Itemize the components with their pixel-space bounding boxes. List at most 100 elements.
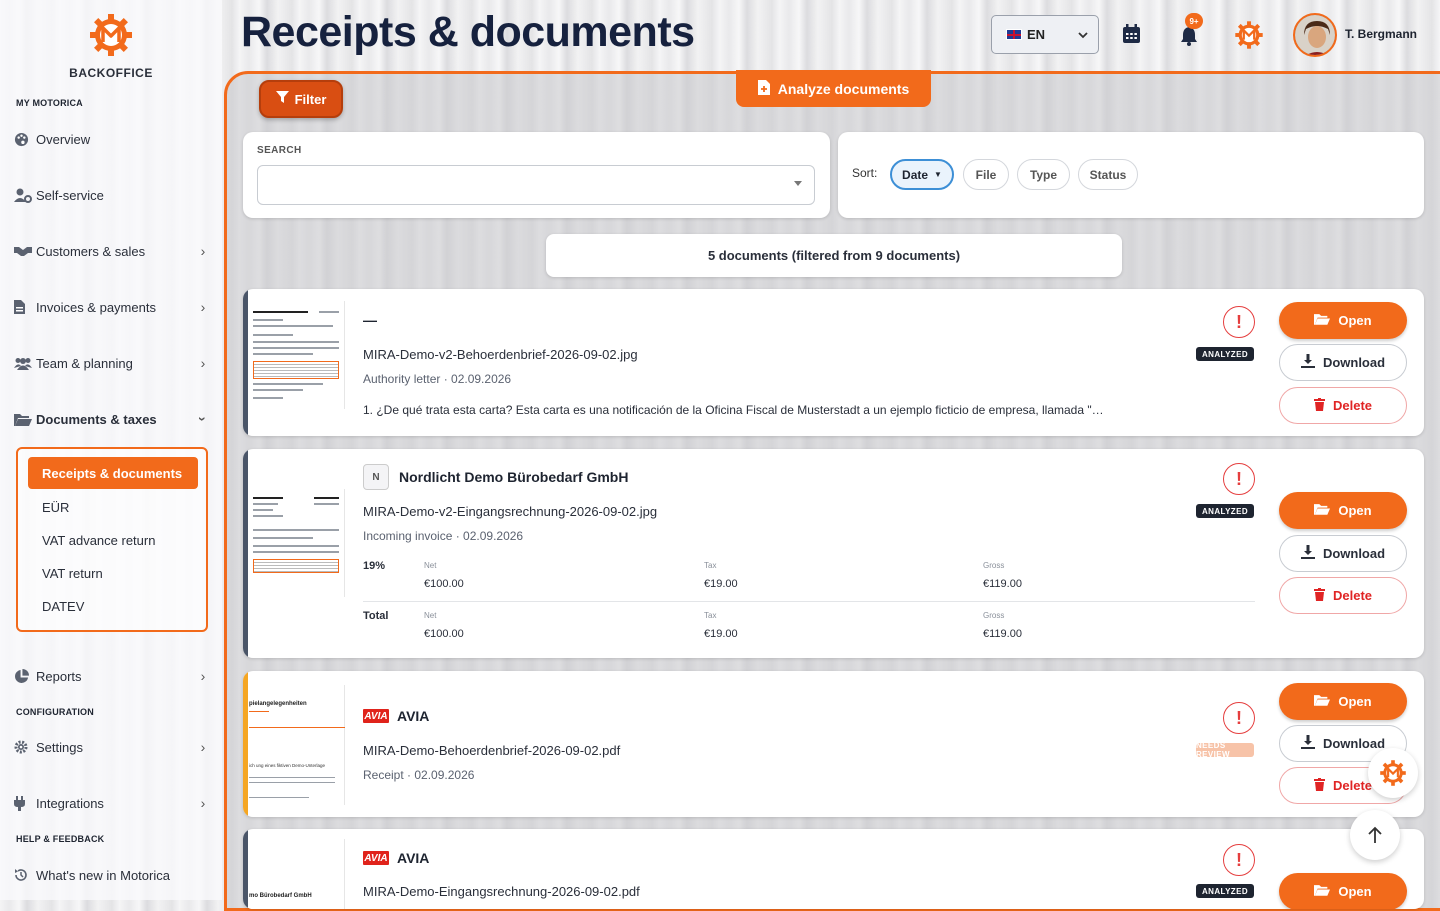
- motorica-logo[interactable]: [88, 12, 134, 58]
- thumbnail-text: ich ung eines fiktiven Demo-Unterlage: [249, 763, 326, 768]
- download-button[interactable]: Download: [1279, 344, 1407, 381]
- thumbnail-text: pielangelegenheiten: [249, 701, 307, 707]
- calendar-icon[interactable]: [1122, 24, 1141, 47]
- chevron-right-icon: ›: [200, 795, 206, 811]
- sidebar-item-invoices-payments[interactable]: Invoices & payments ›: [14, 294, 210, 320]
- delete-label: Delete: [1332, 778, 1373, 793]
- chevron-right-icon: ›: [200, 739, 206, 755]
- pie-chart-icon: [14, 668, 36, 684]
- bell-icon[interactable]: [1179, 26, 1199, 49]
- open-button[interactable]: Open: [1279, 492, 1407, 529]
- sidebar-item-label: What's new in Motorica: [36, 867, 170, 883]
- sidebar-item-overview[interactable]: Overview: [14, 126, 210, 152]
- document-filename[interactable]: MIRA-Demo-v2-Behoerdenbrief-2026-09-02.j…: [363, 347, 638, 362]
- open-button[interactable]: Open: [1279, 302, 1407, 339]
- sidebar-item-label: Self-service: [36, 187, 104, 203]
- document-card: mo Bürobedarf GmbH AVIA AVIA MIRA-Demo-Ei…: [243, 829, 1424, 909]
- uk-flag-icon: [1006, 29, 1022, 40]
- sidebar-item-self-service[interactable]: Self-service: [14, 182, 210, 208]
- avatar[interactable]: [1293, 13, 1337, 57]
- document-card: — MIRA-Demo-v2-Behoerdenbrief-2026-09-02…: [243, 289, 1424, 436]
- submenu-item-vat-advance-return[interactable]: VAT advance return: [42, 533, 155, 548]
- search-input[interactable]: [257, 165, 815, 205]
- sort-option-type[interactable]: Type: [1017, 159, 1070, 190]
- alert-icon[interactable]: !: [1223, 844, 1255, 876]
- sidebar-item-whats-new[interactable]: What's new in Motorica: [14, 862, 210, 888]
- trash-icon: [1313, 397, 1325, 414]
- submenu-item-eur[interactable]: EÜR: [42, 500, 69, 515]
- submenu-item-receipts-documents[interactable]: Receipts & documents: [28, 457, 198, 489]
- alert-icon[interactable]: !: [1223, 463, 1255, 495]
- document-filename[interactable]: MIRA-Demo-v2-Eingangsrechnung-2026-09-02…: [363, 504, 657, 519]
- submenu-item-vat-return[interactable]: VAT return: [42, 566, 103, 581]
- download-label: Download: [1322, 736, 1386, 751]
- net-label: Net: [424, 561, 437, 570]
- vendor-name: AVIA: [397, 850, 430, 866]
- sidebar-item-integrations[interactable]: Integrations ›: [14, 790, 210, 816]
- document-title: —: [363, 312, 377, 328]
- avia-logo: AVIA: [363, 709, 389, 723]
- document-thumbnail[interactable]: [249, 301, 345, 409]
- user-name[interactable]: T. Bergmann: [1345, 27, 1417, 41]
- sidebar-item-label: Customers & sales: [36, 243, 146, 259]
- chevron-down-icon: ›: [195, 416, 211, 422]
- sort-option-status[interactable]: Status: [1078, 159, 1138, 190]
- folder-open-icon: [1314, 694, 1331, 709]
- document-thumbnail[interactable]: [249, 489, 345, 597]
- sort-option-file[interactable]: File: [963, 159, 1009, 190]
- documents-submenu: Receipts & documents EÜR VAT advance ret…: [16, 447, 208, 632]
- sidebar-item-reports[interactable]: Reports ›: [14, 663, 210, 689]
- net-value: €100.00: [424, 628, 464, 640]
- alert-icon[interactable]: !: [1223, 306, 1255, 338]
- vendor-name: AVIA: [397, 708, 430, 724]
- sidebar-item-documents-taxes[interactable]: Documents & taxes ›: [14, 406, 211, 432]
- sort-option-date[interactable]: Date ▼: [890, 159, 954, 190]
- open-button[interactable]: Open: [1279, 873, 1407, 909]
- motorica-settings-icon[interactable]: [1234, 20, 1264, 53]
- section-configuration: CONFIGURATION: [16, 707, 94, 717]
- open-label: Open: [1338, 503, 1372, 518]
- net-label: Net: [424, 611, 437, 620]
- filter-label: Filter: [294, 91, 327, 107]
- search-card: SEARCH: [243, 132, 830, 218]
- alert-icon[interactable]: !: [1223, 702, 1255, 734]
- sidebar-item-team-planning[interactable]: Team & planning ›: [14, 350, 210, 376]
- sort-desc-icon: ▼: [934, 170, 942, 179]
- handshake-icon: [14, 245, 36, 257]
- search-label: SEARCH: [257, 145, 302, 156]
- document-excerpt: 1. ¿De qué trata esta carta? Esta carta …: [363, 403, 1104, 417]
- filter-button[interactable]: Filter: [259, 80, 343, 118]
- sort-option-label: Date: [902, 167, 929, 182]
- assistant-button[interactable]: [1368, 748, 1418, 798]
- download-button[interactable]: Download: [1279, 535, 1407, 572]
- folder-open-icon: [1314, 884, 1331, 899]
- delete-button[interactable]: Delete: [1279, 387, 1407, 424]
- status-badge: ANALYZED: [1196, 884, 1254, 898]
- users-icon: [14, 357, 36, 370]
- gross-label: Gross: [983, 561, 1005, 570]
- language-value: EN: [1027, 27, 1046, 42]
- status-badge: NEEDS REVIEW: [1196, 741, 1254, 759]
- document-thumbnail[interactable]: mo Bürobedarf GmbH: [249, 839, 345, 909]
- download-label: Download: [1322, 355, 1386, 370]
- document-filename[interactable]: MIRA-Demo-Eingangsrechnung-2026-09-02.pd…: [363, 884, 640, 899]
- delete-label: Delete: [1332, 588, 1373, 603]
- document-filename[interactable]: MIRA-Demo-Behoerdenbrief-2026-09-02.pdf: [363, 743, 620, 758]
- filter-icon: [275, 91, 289, 107]
- sidebar-item-settings[interactable]: Settings ›: [14, 734, 210, 760]
- document-card: N Nordlicht Demo Bürobedarf GmbH MIRA-De…: [243, 449, 1424, 658]
- language-select[interactable]: EN: [991, 15, 1099, 54]
- gear-icon: [14, 740, 36, 754]
- sidebar-item-label: Documents & taxes: [36, 411, 157, 427]
- avia-logo: AVIA: [363, 851, 389, 865]
- sidebar-item-customers-sales[interactable]: Customers & sales ›: [14, 238, 210, 264]
- open-button[interactable]: Open: [1279, 683, 1407, 720]
- analyze-documents-button[interactable]: Analyze documents: [736, 70, 931, 107]
- open-label: Open: [1338, 313, 1372, 328]
- submenu-item-datev[interactable]: DATEV: [42, 599, 84, 614]
- delete-button[interactable]: Delete: [1279, 577, 1407, 614]
- document-thumbnail[interactable]: pielangelegenheiten ich ung eines fiktiv…: [249, 685, 345, 805]
- scroll-to-top-button[interactable]: [1350, 810, 1400, 860]
- gross-label: Gross: [983, 611, 1005, 620]
- status-badge: ANALYZED: [1196, 504, 1254, 518]
